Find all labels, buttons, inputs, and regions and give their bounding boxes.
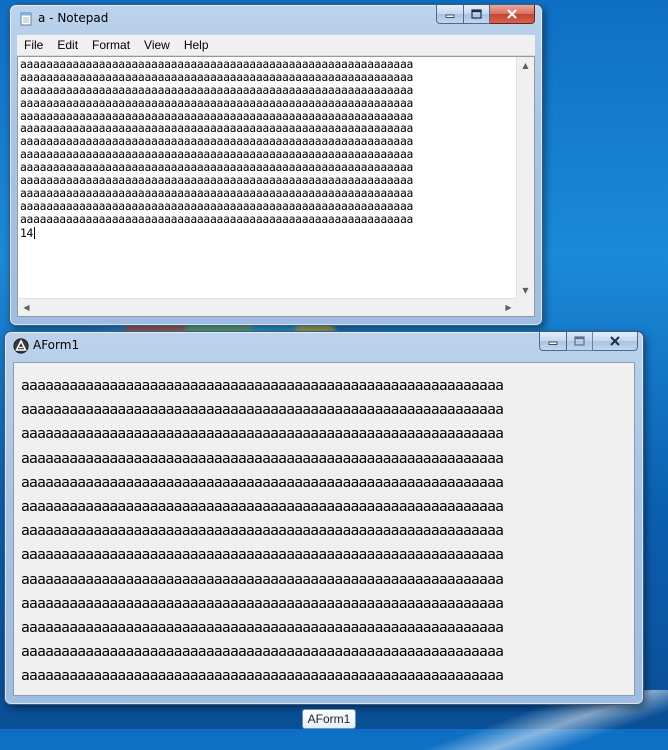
text-line: aaaaaaaaaaaaaaaaaaaaaaaaaaaaaaaaaaaaaaaa… [20, 199, 414, 213]
text-line: aaaaaaaaaaaaaaaaaaaaaaaaaaaaaaaaaaaaaaaa… [21, 594, 504, 612]
text-line: aaaaaaaaaaaaaaaaaaaaaaaaaaaaaaaaaaaaaaaa… [20, 96, 414, 110]
window-title: a - Notepad [38, 11, 109, 25]
maximize-icon [471, 9, 482, 19]
text-line: aaaaaaaaaaaaaaaaaaaaaaaaaaaaaaaaaaaaaaaa… [21, 570, 504, 588]
scroll-up-icon[interactable]: ▲ [517, 57, 534, 74]
text-line: aaaaaaaaaaaaaaaaaaaaaaaaaaaaaaaaaaaaaaaa… [21, 546, 504, 564]
scroll-down-icon[interactable]: ▼ [517, 282, 534, 299]
notepad-icon [20, 12, 32, 26]
scroll-right-icon[interactable]: ▶ [500, 299, 517, 316]
caption-buttons [436, 5, 535, 25]
menu-bar: File Edit Format View Help [17, 35, 535, 56]
notepad-window[interactable]: a - Notepad File Edit Format View Help a… [9, 4, 543, 326]
maximize-button[interactable] [567, 332, 593, 351]
text-line: aaaaaaaaaaaaaaaaaaaaaaaaaaaaaaaaaaaaaaaa… [21, 522, 504, 540]
text-line-last: 14 [20, 226, 516, 240]
text-line: aaaaaaaaaaaaaaaaaaaaaaaaaaaaaaaaaaaaaaaa… [21, 497, 504, 515]
last-line-text: 14 [20, 226, 34, 240]
aform-titlebar[interactable]: AForm1 [5, 332, 643, 360]
maximize-button[interactable] [464, 5, 490, 24]
minimize-icon [445, 14, 455, 18]
text-line: aaaaaaaaaaaaaaaaaaaaaaaaaaaaaaaaaaaaaaaa… [21, 643, 504, 661]
scrollbar-corner [517, 299, 534, 316]
app-logo-icon [13, 338, 29, 354]
minimize-button[interactable] [539, 332, 567, 351]
close-button[interactable] [490, 5, 535, 24]
notepad-text-area[interactable]: aaaaaaaaaaaaaaaaaaaaaaaaaaaaaaaaaaaaaaaa… [17, 56, 535, 317]
text-line: aaaaaaaaaaaaaaaaaaaaaaaaaaaaaaaaaaaaaaaa… [21, 449, 504, 467]
scroll-left-icon[interactable]: ◀ [18, 299, 35, 316]
minimize-icon [548, 341, 558, 345]
close-icon [610, 336, 620, 346]
text-line: aaaaaaaaaaaaaaaaaaaaaaaaaaaaaaaaaaaaaaaa… [20, 174, 414, 188]
menu-help[interactable]: Help [177, 38, 216, 52]
notepad-text-content[interactable]: aaaaaaaaaaaaaaaaaaaaaaaaaaaaaaaaaaaaaaaa… [20, 59, 516, 298]
menu-file[interactable]: File [17, 38, 50, 52]
aform-text-block: aaaaaaaaaaaaaaaaaaaaaaaaaaaaaaaaaaaaaaaa… [21, 374, 504, 688]
close-button[interactable] [593, 332, 638, 351]
menu-edit[interactable]: Edit [50, 38, 85, 52]
text-line: aaaaaaaaaaaaaaaaaaaaaaaaaaaaaaaaaaaaaaaa… [20, 59, 414, 71]
aform-client-area: aaaaaaaaaaaaaaaaaaaaaaaaaaaaaaaaaaaaaaaa… [13, 362, 635, 696]
text-line: aaaaaaaaaaaaaaaaaaaaaaaaaaaaaaaaaaaaaaaa… [20, 212, 414, 226]
menu-format[interactable]: Format [85, 38, 137, 52]
aform-window[interactable]: AForm1 aaaaaaaaaaaaaaaaaaaaaaaaaaaaaaaaa… [4, 331, 644, 705]
notepad-titlebar[interactable]: a - Notepad [10, 5, 542, 33]
horizontal-scrollbar[interactable]: ◀ ▶ [18, 298, 517, 316]
vertical-scrollbar[interactable]: ▲ ▼ [516, 57, 534, 299]
text-line: aaaaaaaaaaaaaaaaaaaaaaaaaaaaaaaaaaaaaaaa… [21, 473, 504, 491]
text-caret [34, 226, 36, 239]
text-line: aaaaaaaaaaaaaaaaaaaaaaaaaaaaaaaaaaaaaaaa… [21, 667, 504, 685]
text-line: aaaaaaaaaaaaaaaaaaaaaaaaaaaaaaaaaaaaaaaa… [21, 618, 504, 636]
taskbar-thumbnail-label[interactable]: AForm1 [302, 709, 356, 729]
minimize-button[interactable] [436, 5, 464, 24]
text-line: aaaaaaaaaaaaaaaaaaaaaaaaaaaaaaaaaaaaaaaa… [20, 70, 414, 84]
maximize-icon [574, 336, 585, 346]
text-line: aaaaaaaaaaaaaaaaaaaaaaaaaaaaaaaaaaaaaaaa… [21, 377, 504, 394]
window-title: AForm1 [33, 338, 80, 352]
text-line: aaaaaaaaaaaaaaaaaaaaaaaaaaaaaaaaaaaaaaaa… [20, 83, 414, 97]
text-line: aaaaaaaaaaaaaaaaaaaaaaaaaaaaaaaaaaaaaaaa… [21, 425, 504, 443]
menu-view[interactable]: View [137, 38, 177, 52]
text-line: aaaaaaaaaaaaaaaaaaaaaaaaaaaaaaaaaaaaaaaa… [21, 401, 504, 419]
close-icon [507, 9, 517, 19]
text-line: aaaaaaaaaaaaaaaaaaaaaaaaaaaaaaaaaaaaaaaa… [20, 186, 414, 200]
caption-buttons [539, 332, 638, 352]
